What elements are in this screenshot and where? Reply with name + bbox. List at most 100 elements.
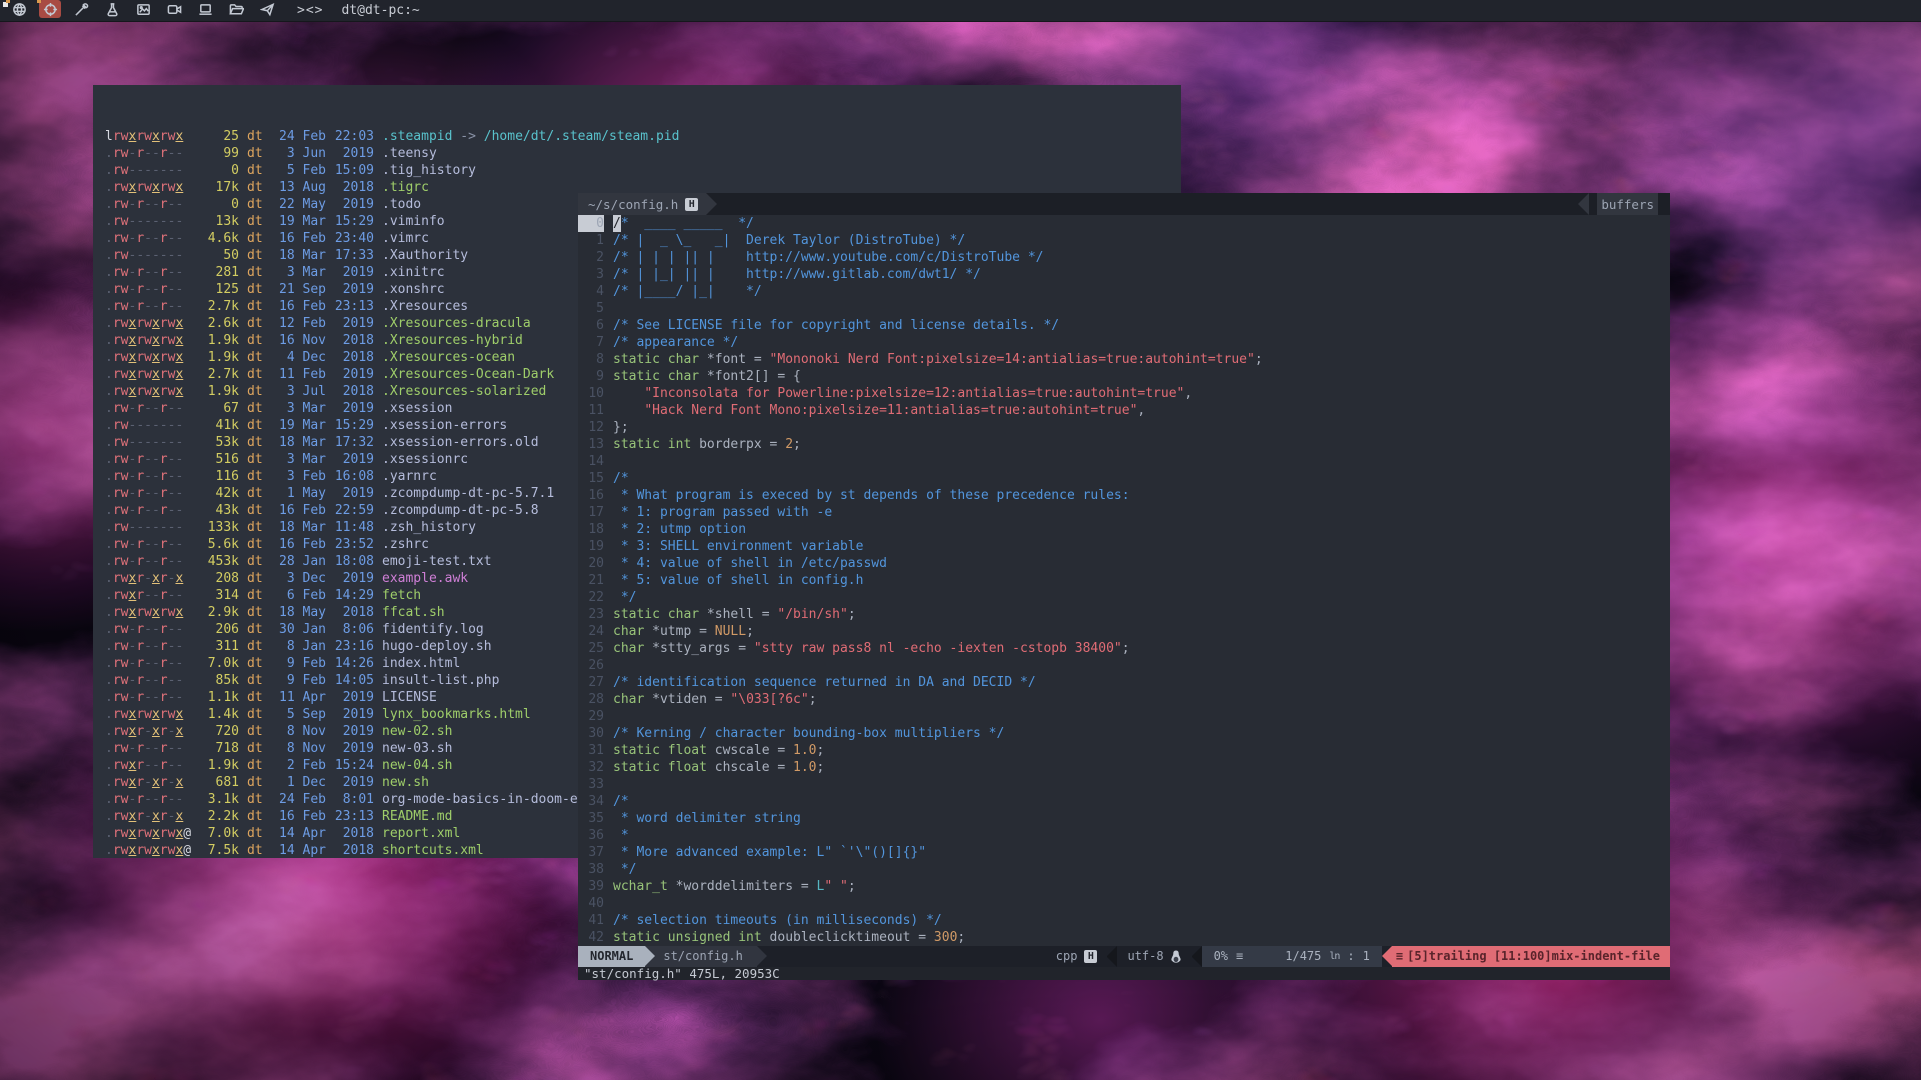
file-time: 2018 [334,383,374,400]
file-size: 67 [199,400,239,417]
file-size: 5.6k [199,536,239,553]
file-size: 7.0k [199,655,239,672]
file-time: 14:05 [334,672,374,689]
file-date: 11 Apr [279,689,326,706]
buffer-tab[interactable]: ~/s/config.h H [578,193,706,215]
file-permissions: .rw-r--r-- [105,502,191,519]
file-owner: dt [247,706,263,723]
file-permissions: .rwxrwxrwx [105,366,191,383]
vim-window[interactable]: ~/s/config.h H buffers 0/* ____ _____ */… [578,193,1670,980]
file-date: 16 Nov [279,332,326,349]
file-date: 18 Mar [279,247,326,264]
send-icon[interactable] [256,0,278,18]
globe-icon[interactable] [8,0,30,18]
file-time: 2019 [334,740,374,757]
file-owner: dt [247,621,263,638]
file-permissions: .rw-r--r-- [105,791,191,808]
file-row: .rw-------0dt5 Feb15:09.tig_history [105,162,1181,179]
code-line: 29 [578,708,1670,725]
file-name: .vimrc [382,230,429,247]
statusline-filename: st/config.h [645,946,756,967]
camera-icon[interactable] [163,0,185,18]
code-line: 18 * 2: utmp option [578,521,1670,538]
crosshair-icon[interactable] [39,0,61,18]
file-permissions: .rwxrwxrwx [105,349,191,366]
file-size: 13k [199,213,239,230]
file-owner: dt [247,468,263,485]
file-owner: dt [247,451,263,468]
file-size: 0 [199,162,239,179]
code-line: 32static float chscale = 1.0; [578,759,1670,776]
file-date: 2 Feb [279,757,326,774]
line-number: 30 [578,725,604,742]
file-time: 2019 [334,264,374,281]
file-time: 15:09 [334,162,374,179]
colon-separator: : [1347,946,1354,967]
file-permissions: .rw-r--r-- [105,298,191,315]
file-permissions: .rw-r--r-- [105,264,191,281]
code-line: 12}; [578,419,1670,436]
file-date: 4 Dec [279,349,326,366]
code-line: 11 "Hack Nerd Font Mono:pixelsize=11:ant… [578,402,1670,419]
dropper-icon[interactable] [70,0,92,18]
file-permissions: .rwxr--r-- [105,757,191,774]
file-date: 19 Mar [279,417,326,434]
file-permissions: .rw------- [105,434,191,451]
code-line: 7/* appearance */ [578,334,1670,351]
file-owner: dt [247,553,263,570]
folder-icon[interactable] [225,0,247,18]
file-owner: dt [247,196,263,213]
file-size: 7.0k [199,825,239,842]
file-owner: dt [247,485,263,502]
code-line: 39wchar_t *worddelimiters = L" "; [578,878,1670,895]
code-area[interactable]: 0/* ____ _____ */1/* | _ \_ _| Derek Tay… [578,215,1670,946]
file-size: 1.9k [199,757,239,774]
code-line: 33 [578,776,1670,793]
file-permissions: .rw-r--r-- [105,638,191,655]
file-time: 2019 [334,570,374,587]
file-name: .Xresources-dracula [382,315,531,332]
file-size: 4.6k [199,230,239,247]
warning-text: [5]trailing [11:100]mix-indent-file [1407,946,1660,967]
file-size: 99 [199,145,239,162]
file-date: 16 Feb [279,298,326,315]
file-name: .Xresources-ocean [382,349,515,366]
file-time: 2019 [334,706,374,723]
vim-commandline: "st/config.h" 475L, 20953C [578,967,1670,980]
code-line: 28char *vtiden = "\033[?6c"; [578,691,1670,708]
line-number: 6 [578,317,604,334]
buffer-path: ~/s/config.h [588,197,678,212]
line-number: 10 [578,385,604,402]
file-time: 23:16 [334,638,374,655]
file-permissions: .rw-r--r-- [105,672,191,689]
flask-icon[interactable] [101,0,123,18]
laptop-icon[interactable] [194,0,216,18]
file-name: .zshrc [382,536,429,553]
file-owner: dt [247,298,263,315]
code-line: 25char *stty_args = "stty raw pass8 nl -… [578,640,1670,657]
file-time: 2018 [334,604,374,621]
file-owner: dt [247,740,263,757]
file-time: 2018 [334,825,374,842]
line-number: 26 [578,657,604,674]
file-date: 3 Mar [279,451,326,468]
file-size: 116 [199,468,239,485]
code-line: 6/* See LICENSE file for copyright and l… [578,317,1670,334]
file-row: lrwxrwxrwx25dt24 Feb22:03.steampid -> /h… [105,128,1181,145]
file-name: .steampid -> /home/dt/.steam/steam.pid [382,128,679,145]
file-time: 15:29 [334,213,374,230]
file-size: 42k [199,485,239,502]
line-number: 4 [578,283,604,300]
code-line: 3/* | |_| || | http://www.gitlab.com/dwt… [578,266,1670,283]
file-permissions: lrwxrwxrwx [105,128,191,145]
code-line: 21 * 5: value of shell in config.h [578,572,1670,589]
file-name: lynx_bookmarks.html [382,706,531,723]
line-number: 11 [578,402,604,419]
file-owner: dt [247,179,263,196]
file-time: 22:59 [334,502,374,519]
line-number: 0 [578,215,604,232]
file-size: 3.1k [199,791,239,808]
image-icon[interactable] [132,0,154,18]
file-size: 1.9k [199,332,239,349]
file-time: 2019 [334,689,374,706]
